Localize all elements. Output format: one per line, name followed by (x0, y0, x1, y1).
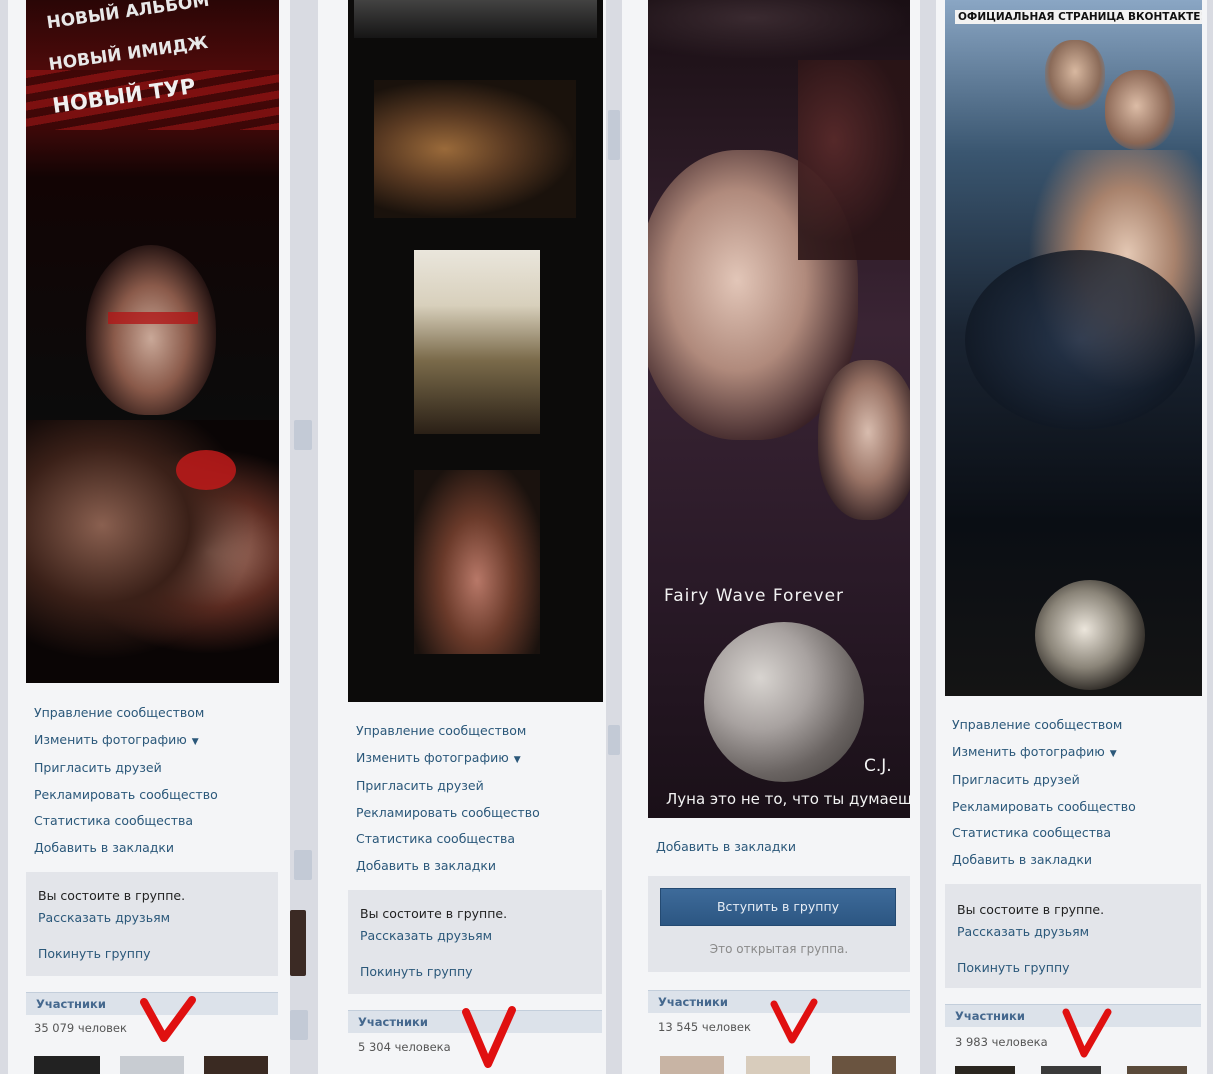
caret-down-icon: ▼ (191, 736, 199, 747)
menu-manage-community[interactable]: Управление сообществом (318, 718, 606, 745)
membership-status-box: Вы состоите в группе. Рассказать друзьям… (348, 890, 602, 994)
menu-manage-community[interactable]: Управление сообществом (936, 712, 1207, 739)
group-poster-3[interactable]: Fairy Wave Forever C.J. Луна это не то, … (648, 0, 910, 818)
menu-add-bookmarks[interactable]: Добавить в закладки (318, 853, 606, 880)
poster-line-2: НОВЫЙ ИМИДЖ (47, 32, 210, 76)
member-avatar[interactable] (120, 1056, 184, 1074)
red-checkmark-icon (1062, 1008, 1112, 1058)
gap-3 (606, 0, 622, 1074)
gap-1 (0, 0, 8, 1074)
gap-2 (290, 0, 318, 1074)
gap-4 (920, 0, 936, 1074)
membership-status: Вы состоите в группе. (360, 906, 508, 921)
menu-invite-friends[interactable]: Пригласить друзей (8, 755, 290, 782)
group-panel-2: Управление сообществом Изменить фотограф… (318, 0, 606, 1074)
caret-down-icon: ▼ (513, 754, 521, 765)
red-checkmark-icon (140, 996, 196, 1042)
menu-change-photo-label: Изменить фотографию (952, 743, 1105, 759)
members-title: Участники (36, 997, 106, 1011)
member-avatar[interactable] (832, 1056, 896, 1074)
menu-advertise[interactable]: Рекламировать сообщество (318, 800, 606, 827)
tell-friends-link[interactable]: Рассказать друзьям (38, 910, 170, 925)
group-actions-menu: Управление сообществом Изменить фотограф… (936, 712, 1207, 873)
menu-add-bookmarks[interactable]: Добавить в закладки (8, 835, 290, 862)
membership-status: Вы состоите в группе. (38, 888, 186, 903)
menu-invite-friends[interactable]: Пригласить друзей (936, 767, 1207, 794)
group-poster-1[interactable]: НОВЫЙ АЛЬБОМ НОВЫЙ ИМИДЖ НОВЫЙ ТУР (26, 0, 279, 683)
gap-5 (1207, 0, 1213, 1074)
menu-advertise[interactable]: Рекламировать сообщество (8, 782, 290, 809)
members-title: Участники (358, 1015, 428, 1029)
poster-line-1: НОВЫЙ АЛЬБОМ (45, 0, 211, 34)
menu-statistics[interactable]: Статистика сообщества (8, 808, 290, 835)
join-box: Вступить в группу Это открытая группа. (648, 876, 910, 972)
menu-change-photo[interactable]: Изменить фотографию ▼ (936, 739, 1207, 768)
membership-status: Вы состоите в группе. (957, 902, 1105, 917)
member-avatar[interactable] (660, 1056, 724, 1074)
red-checkmark-icon (462, 1006, 516, 1068)
leave-group-link[interactable]: Покинуть группу (360, 964, 473, 979)
caret-down-icon: ▼ (1109, 748, 1117, 759)
menu-change-photo[interactable]: Изменить фотографию ▼ (8, 727, 290, 756)
members-count: 35 079 человек (34, 1021, 127, 1035)
membership-status-box: Вы состоите в группе. Рассказать друзьям… (945, 884, 1201, 988)
members-title: Участники (955, 1009, 1025, 1023)
menu-add-bookmarks[interactable]: Добавить в закладки (622, 834, 920, 861)
members-count: 13 545 человек (658, 1020, 751, 1034)
open-group-note: Это открытая группа. (709, 942, 849, 956)
membership-status-box: Вы состоите в группе. Рассказать друзьям… (26, 872, 278, 976)
poster-header: ОФИЦИАЛЬНАЯ СТРАНИЦА ВКОНТАКТЕ! (955, 10, 1202, 24)
group-panel-3: Fairy Wave Forever C.J. Луна это не то, … (622, 0, 920, 1074)
member-avatar[interactable] (955, 1066, 1015, 1074)
poster-caption: Луна это не то, что ты думаешь (666, 790, 910, 808)
members-count: 5 304 человека (358, 1040, 451, 1054)
menu-change-photo-label: Изменить фотографию (34, 731, 187, 747)
group-poster-2[interactable] (348, 0, 603, 702)
menu-advertise[interactable]: Рекламировать сообщество (936, 794, 1207, 821)
member-avatar[interactable] (1127, 1066, 1187, 1074)
menu-statistics[interactable]: Статистика сообщества (936, 820, 1207, 847)
group-panel-4: ОФИЦИАЛЬНАЯ СТРАНИЦА ВКОНТАКТЕ! Управлен… (936, 0, 1207, 1074)
group-panel-1: НОВЫЙ АЛЬБОМ НОВЫЙ ИМИДЖ НОВЫЙ ТУР Управ… (8, 0, 290, 1074)
member-avatar[interactable] (204, 1056, 268, 1074)
menu-change-photo-label: Изменить фотографию (356, 749, 509, 765)
moon-icon (704, 622, 864, 782)
group-actions-menu: Управление сообществом Изменить фотограф… (8, 700, 290, 861)
member-avatar[interactable] (1041, 1066, 1101, 1074)
tell-friends-link[interactable]: Рассказать друзьям (360, 928, 492, 943)
members-title: Участники (658, 995, 728, 1009)
group-poster-4[interactable]: ОФИЦИАЛЬНАЯ СТРАНИЦА ВКОНТАКТЕ! (945, 0, 1202, 696)
member-avatar[interactable] (746, 1056, 810, 1074)
menu-change-photo[interactable]: Изменить фотографию ▼ (318, 745, 606, 774)
menu-add-bookmarks[interactable]: Добавить в закладки (936, 847, 1207, 874)
group-actions-menu: Добавить в закладки (622, 834, 920, 861)
leave-group-link[interactable]: Покинуть группу (38, 946, 151, 961)
poster-signature: C.J. (864, 756, 892, 776)
menu-invite-friends[interactable]: Пригласить друзей (318, 773, 606, 800)
member-avatar[interactable] (34, 1056, 100, 1074)
group-actions-menu: Управление сообществом Изменить фотограф… (318, 718, 606, 879)
members-count: 3 983 человека (955, 1035, 1048, 1049)
tell-friends-link[interactable]: Рассказать друзьям (957, 924, 1089, 939)
menu-statistics[interactable]: Статистика сообщества (318, 826, 606, 853)
red-checkmark-icon (770, 998, 818, 1044)
leave-group-link[interactable]: Покинуть группу (957, 960, 1070, 975)
menu-manage-community[interactable]: Управление сообществом (8, 700, 290, 727)
poster-title: Fairy Wave Forever (664, 586, 845, 606)
join-group-button[interactable]: Вступить в группу (660, 888, 896, 926)
